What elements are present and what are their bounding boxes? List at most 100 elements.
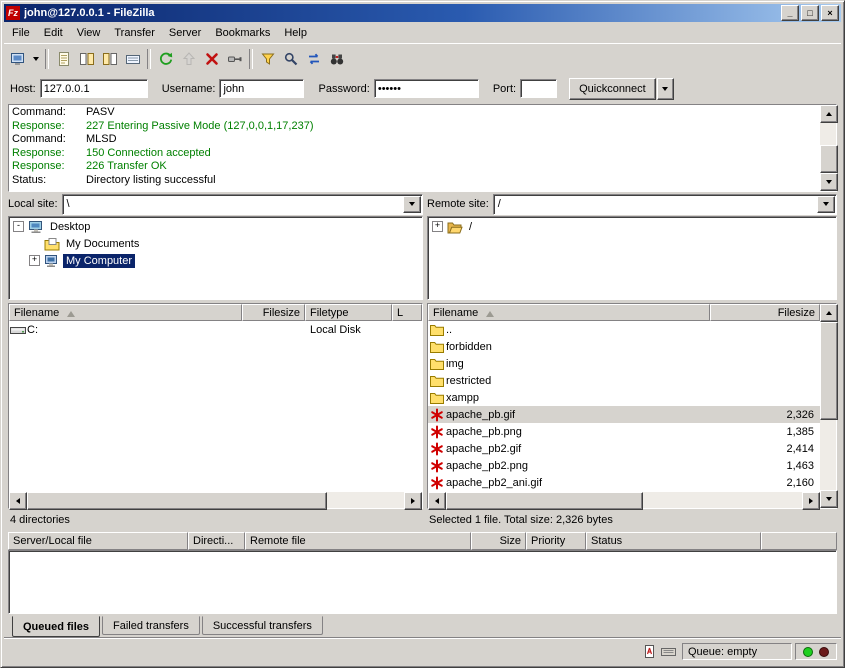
expand-icon[interactable]: + <box>29 255 40 266</box>
scroll-right-button[interactable] <box>802 492 820 510</box>
scroll-down-button[interactable] <box>820 173 838 191</box>
expand-icon[interactable]: + <box>432 221 443 232</box>
tab-successful-transfers[interactable]: Successful transfers <box>202 616 323 635</box>
collapse-icon[interactable]: - <box>13 221 24 232</box>
scroll-up-button[interactable] <box>820 105 838 123</box>
toggle-transfer-queue-button[interactable] <box>121 48 144 70</box>
tree-item-my-computer[interactable]: + My Computer <box>9 252 422 269</box>
close-button[interactable]: × <box>821 5 839 21</box>
synchronized-browsing-button[interactable] <box>302 48 325 70</box>
site-manager-button[interactable] <box>6 48 29 70</box>
remote-directory-tree: + / <box>427 216 837 300</box>
site-manager-icon <box>10 51 26 67</box>
tab-failed-transfers[interactable]: Failed transfers <box>102 616 200 635</box>
remote-file-row[interactable]: img <box>428 355 820 372</box>
scroll-track[interactable] <box>820 322 836 490</box>
toggle-message-log-button[interactable] <box>52 48 75 70</box>
column-header-lastmodified[interactable]: L <box>392 304 422 321</box>
remote-file-row[interactable]: apache_pb2.png 1,463 <box>428 457 820 474</box>
menu-server[interactable]: Server <box>162 25 208 41</box>
remote-file-row-selected[interactable]: apache_pb.gif 2,326 <box>428 406 820 423</box>
remote-vertical-scrollbar[interactable] <box>820 304 836 508</box>
scroll-right-button[interactable] <box>404 492 422 510</box>
titlebar[interactable]: Fz john@127.0.0.1 - FileZilla _ □ × <box>4 4 841 22</box>
column-header-filetype[interactable]: Filetype <box>305 304 392 321</box>
quickconnect-button[interactable]: Quickconnect <box>569 78 656 100</box>
host-input[interactable] <box>40 79 148 98</box>
tree-item-my-documents[interactable]: My Documents <box>9 235 422 252</box>
toggle-local-tree-button[interactable] <box>75 48 98 70</box>
remote-file-row[interactable]: forbidden <box>428 338 820 355</box>
scroll-thumb[interactable] <box>446 492 643 510</box>
column-header-size[interactable]: Size <box>471 532 526 550</box>
refresh-button[interactable] <box>154 48 177 70</box>
file-size: 1,463 <box>716 460 820 472</box>
scroll-track[interactable] <box>27 492 404 508</box>
remote-file-row[interactable]: xampp <box>428 389 820 406</box>
scroll-track[interactable] <box>446 492 802 508</box>
column-header-priority[interactable]: Priority <box>526 532 586 550</box>
receive-led-icon <box>803 647 813 657</box>
quickconnect-dropdown-button[interactable] <box>657 78 674 100</box>
menu-bookmarks[interactable]: Bookmarks <box>208 25 277 41</box>
column-header-filesize[interactable]: Filesize <box>710 304 820 321</box>
tree-item-root[interactable]: + / <box>428 218 836 235</box>
combo-dropdown-button[interactable] <box>817 196 835 213</box>
tree-item-desktop[interactable]: - Desktop <box>9 218 422 235</box>
column-header-direction[interactable]: Directi... <box>188 532 245 550</box>
process-queue-button[interactable] <box>177 48 200 70</box>
password-input[interactable] <box>374 79 479 98</box>
message-log-lines: Command:PASV Response:227 Entering Passi… <box>9 105 820 191</box>
local-site-combo[interactable]: \ <box>62 194 423 215</box>
column-header-server-local-file[interactable]: Server/Local file <box>8 532 188 550</box>
minimize-button[interactable]: _ <box>781 5 799 21</box>
remote-file-row[interactable]: apache_pb2.gif 2,414 <box>428 440 820 457</box>
scroll-thumb[interactable] <box>820 322 838 420</box>
remote-site-combo[interactable]: / <box>493 194 837 215</box>
disconnect-button[interactable] <box>223 48 246 70</box>
column-header-remote-file[interactable]: Remote file <box>245 532 471 550</box>
column-header-filename[interactable]: Filename <box>428 304 710 321</box>
column-header-status[interactable]: Status <box>586 532 761 550</box>
message-log-icon <box>56 51 72 67</box>
scroll-thumb[interactable] <box>27 492 327 510</box>
local-file-row[interactable]: C: Local Disk <box>9 321 422 338</box>
tab-queued-files[interactable]: Queued files <box>12 616 100 637</box>
port-input[interactable] <box>520 79 557 98</box>
remote-horizontal-scrollbar[interactable] <box>428 492 820 508</box>
column-header-filename[interactable]: Filename <box>9 304 242 321</box>
log-label: Response: <box>9 147 86 161</box>
find-files-button[interactable] <box>325 48 348 70</box>
my-documents-icon <box>44 237 60 251</box>
file-panes: Local site: \ - Desktop My Documents <box>8 194 837 530</box>
menu-view[interactable]: View <box>70 25 108 41</box>
toggle-remote-tree-button[interactable] <box>98 48 121 70</box>
site-manager-dropdown-button[interactable] <box>29 48 42 70</box>
scroll-left-button[interactable] <box>9 492 27 510</box>
scroll-down-button[interactable] <box>820 490 838 508</box>
maximize-button[interactable]: □ <box>801 5 819 21</box>
column-header-filesize[interactable]: Filesize <box>242 304 305 321</box>
remote-file-row[interactable]: apache_pb2_ani.gif 2,160 <box>428 474 820 491</box>
scroll-left-button[interactable] <box>428 492 446 510</box>
menu-transfer[interactable]: Transfer <box>107 25 162 41</box>
menu-file[interactable]: File <box>5 25 37 41</box>
transfer-queue-list[interactable] <box>8 550 837 614</box>
remote-file-row[interactable]: .. <box>428 321 820 338</box>
scroll-up-button[interactable] <box>820 304 838 322</box>
combo-dropdown-button[interactable] <box>403 196 421 213</box>
cancel-transfer-button[interactable] <box>200 48 223 70</box>
log-scrollbar[interactable] <box>820 105 836 191</box>
directory-filter-button[interactable] <box>256 48 279 70</box>
local-horizontal-scrollbar[interactable] <box>9 492 422 508</box>
menu-help[interactable]: Help <box>277 25 314 41</box>
binoculars-icon <box>329 51 345 67</box>
remote-file-row[interactable]: restricted <box>428 372 820 389</box>
menu-edit[interactable]: Edit <box>37 25 70 41</box>
scroll-track[interactable] <box>820 123 836 173</box>
remote-file-row[interactable]: apache_pb.png 1,385 <box>428 423 820 440</box>
username-input[interactable] <box>219 79 304 98</box>
directory-comparison-button[interactable] <box>279 48 302 70</box>
file-name: apache_pb.gif <box>446 409 716 421</box>
scroll-thumb[interactable] <box>820 145 838 173</box>
